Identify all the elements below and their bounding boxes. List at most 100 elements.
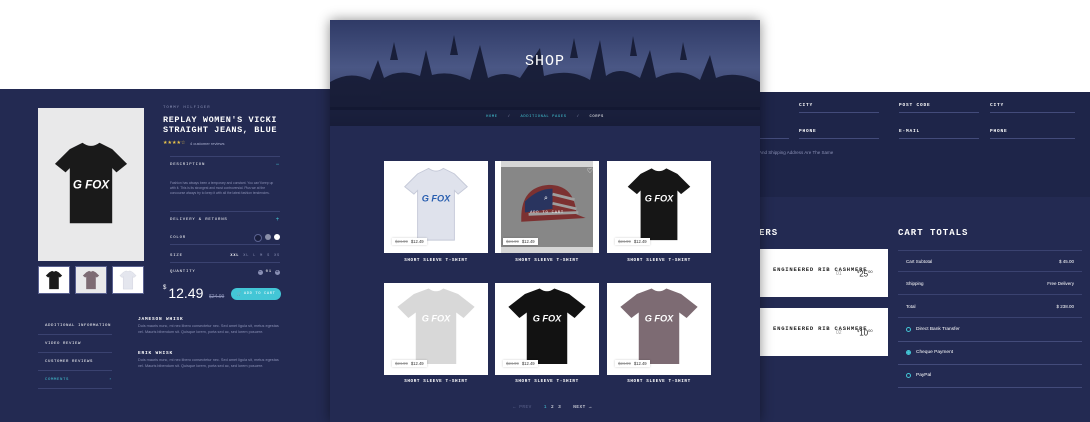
product-card[interactable]: G FOX $24.99 $12.49 [607, 161, 711, 253]
payment-label: Cheque Payment [916, 350, 954, 355]
old-price: $24.99 [209, 294, 225, 300]
color-swatch-white[interactable] [274, 234, 280, 240]
totals-value: $ 45.00 [1058, 258, 1074, 264]
quick-add-to-cart[interactable]: ADD TO CART [501, 211, 593, 215]
price: $12.49 [521, 361, 535, 366]
payment-cheque[interactable]: Cheque Payment [906, 350, 953, 355]
price-value: 25 [859, 269, 869, 279]
product-name[interactable]: SHORT SLEEVE T-SHIRT [607, 258, 711, 263]
page-1[interactable]: 1 [544, 405, 547, 410]
nav-video-review[interactable]: VIDEO REVIEW [38, 336, 112, 353]
radio-selected-icon [906, 350, 911, 355]
add-to-cart-button[interactable]: 🛒 ADD TO CART [231, 288, 281, 300]
accordion-description[interactable]: DESCRIPTION − [170, 156, 280, 172]
totals-label: Total [906, 304, 916, 309]
field-post-code[interactable]: POST CODE [899, 103, 931, 108]
pagination: ← PREV 1 2 3 NEXT → [513, 405, 592, 410]
product-name[interactable]: SHORT SLEEVE T-SHIRT [384, 258, 488, 263]
product-detail-panel: G FOX TOMMY HILFIGER REPLAY WOMEN'S VICK… [0, 89, 330, 422]
pagination-next[interactable]: NEXT → [573, 405, 592, 410]
nav-comments[interactable]: COMMENTS › [38, 372, 112, 389]
page-2[interactable]: 2 [551, 405, 554, 410]
product-name[interactable]: SHORT SLEEVE T-SHIRT [495, 258, 599, 263]
same-address-note: And Shipping Address Are The Same [759, 150, 834, 155]
product-name[interactable]: SHORT SLEEVE T-SHIRT [495, 379, 599, 384]
radio-icon [906, 373, 911, 378]
add-to-cart-label: ADD TO CART [243, 292, 276, 296]
old-price: $24.99 [506, 361, 519, 366]
size-option[interactable]: XXL [230, 254, 239, 258]
size-selector: SIZE XXL XL L M S XS [170, 250, 280, 263]
review-count-link[interactable]: 4 customer reviews [190, 141, 224, 146]
price: $12.49 [410, 239, 424, 244]
color-swatch-grey[interactable] [265, 234, 271, 240]
totals-row-subtotal: Cart Subtotal $ 45.00 [898, 250, 1082, 272]
size-option[interactable]: L [253, 254, 256, 258]
page-title: SHOP [524, 53, 565, 70]
cart-item-name: ENGINEERED RIB CASHMERE [773, 325, 868, 332]
product-name[interactable]: SHORT SLEEVE T-SHIRT [384, 379, 488, 384]
review-text: Duis mauris nunc, mi nec libero consecte… [138, 324, 279, 334]
nav-customer-reviews[interactable]: CUSTOMER REVIEWS [38, 354, 112, 371]
payment-direct-bank[interactable]: Direct Bank Transfer [906, 327, 960, 332]
product-card[interactable]: G FOX $24.99 $12.49 [495, 283, 599, 375]
field-city[interactable]: CITY [799, 103, 813, 108]
breadcrumb-additional-pages[interactable]: ADDITIONAL PAGES [521, 115, 567, 119]
size-option[interactable]: XL [243, 254, 249, 258]
thumbnail-white[interactable] [112, 266, 144, 294]
page-3[interactable]: 3 [558, 405, 561, 410]
price-decimals: 00 [868, 328, 873, 333]
svg-text:G FOX: G FOX [645, 193, 674, 203]
product-card[interactable]: G FOX $24.99 $12.49 [384, 161, 488, 253]
product-card[interactable]: G FOX $24.99 $12.49 [607, 283, 711, 375]
nav-label: COMMENTS [45, 378, 70, 382]
product-card[interactable]: ⌕ ADD TO CART ♡ $24.99 $12.49 [495, 161, 599, 253]
field-phone[interactable]: PHONE [990, 129, 1008, 134]
price-tag: $24.99 $12.49 [615, 238, 650, 245]
price: $12.49 [410, 361, 424, 366]
cart-item[interactable]: ENGINEERED RIB CASHMERE 02 $1000 [758, 308, 888, 356]
size-option[interactable]: S [267, 254, 270, 258]
field-phone[interactable]: PHONE [799, 129, 817, 134]
field-city[interactable]: CITY [990, 103, 1004, 108]
size-option[interactable]: M [260, 254, 263, 258]
product-main-image[interactable]: G FOX [38, 108, 144, 261]
color-swatch-navy[interactable] [254, 234, 262, 242]
product-brand: TOMMY HILFIGER [163, 106, 211, 110]
review-author: JAMESON WHISK [138, 317, 184, 322]
checkout-panel: CITY POST CODE CITY PHONE E-MAIL PHONE A… [755, 92, 1090, 422]
search-icon[interactable]: ⌕ [544, 195, 548, 203]
price-tag: $24.99 $12.49 [503, 360, 538, 367]
field-underline [799, 112, 879, 113]
price: $12.49 [633, 239, 647, 244]
totals-label: Cart Subtotal [906, 258, 933, 264]
radio-icon [906, 327, 911, 332]
accordion-delivery[interactable]: DELIVERY & RETURNS + [170, 211, 280, 227]
tshirt-icon: G FOX [54, 142, 128, 224]
totals-value: $ 238.00 [1056, 304, 1074, 309]
rating-stars: ★★★★☆ [163, 140, 186, 146]
svg-text:G FOX: G FOX [645, 314, 674, 324]
thumbnail-black[interactable] [38, 266, 70, 294]
decrease-button[interactable]: − [257, 269, 263, 275]
accordion-delivery-label: DELIVERY & RETURNS [170, 217, 228, 222]
increase-button[interactable]: + [275, 269, 280, 275]
wishlist-heart-icon[interactable]: ♡ [587, 167, 593, 175]
field-email[interactable]: E-MAIL [899, 129, 920, 134]
thumbnail-purple[interactable] [75, 266, 107, 294]
field-underline [799, 138, 879, 139]
quantity-value[interactable]: 01 [266, 270, 272, 274]
pagination-prev[interactable]: ← PREV [513, 405, 532, 410]
product-card[interactable]: G FOX $24.99 $12.49 [384, 283, 488, 375]
cart-item[interactable]: ENGINEERED RIB CASHMERE 01 $2500 [758, 249, 888, 297]
breadcrumb-current: CORPS [589, 114, 604, 119]
product-price: $12.49 [163, 285, 203, 301]
payment-paypal[interactable]: PayPal [906, 373, 931, 378]
breadcrumb-home[interactable]: HOME [486, 115, 498, 119]
totals-label: Shipping [906, 281, 924, 286]
cart-item-price: $1000 [857, 328, 873, 338]
price: $12.49 [633, 361, 647, 366]
nav-additional-information[interactable]: ADDITIONAL INFORMATION [38, 318, 112, 335]
size-option[interactable]: XS [274, 254, 280, 258]
product-name[interactable]: SHORT SLEEVE T-SHIRT [607, 379, 711, 384]
